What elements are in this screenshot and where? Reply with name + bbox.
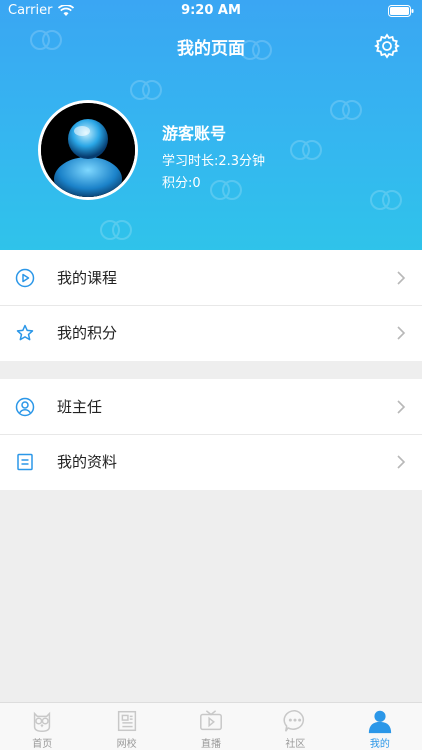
chevron-right-icon — [397, 326, 406, 340]
person-icon — [368, 710, 391, 734]
user-circle-icon — [15, 397, 35, 417]
chat-bubble-icon — [283, 710, 305, 732]
tab-label: 社区 — [285, 739, 306, 750]
study-time: 学习时长:2.3分钟 — [162, 154, 266, 169]
menu-item-label: 班主任 — [57, 398, 103, 416]
menu-item-label: 我的积分 — [57, 324, 118, 342]
menu-item-head-teacher[interactable]: 班主任 — [0, 379, 422, 434]
tab-label: 网校 — [116, 739, 137, 750]
newspaper-icon — [117, 710, 136, 732]
tab-live[interactable]: 直播 — [169, 703, 253, 750]
menu-item-label: 我的课程 — [57, 269, 118, 287]
owl-icon — [34, 711, 51, 732]
menu-section-2: 班主任 我的资料 — [0, 379, 422, 490]
tab-home[interactable]: 首页 — [0, 703, 84, 750]
tab-label: 直播 — [201, 739, 222, 750]
points-value: 积分:0 — [162, 176, 201, 191]
tv-play-icon — [200, 710, 222, 731]
status-time: 9:20 AM — [181, 3, 241, 18]
document-icon — [17, 453, 33, 471]
avatar-figure-icon — [41, 103, 135, 197]
tab-community[interactable]: 社区 — [253, 703, 337, 750]
page-title: 我的页面 — [177, 39, 245, 59]
user-name: 游客账号 — [162, 124, 227, 143]
chevron-right-icon — [397, 271, 406, 285]
chevron-right-icon — [397, 455, 406, 469]
menu-item-my-materials[interactable]: 我的资料 — [0, 434, 422, 489]
chevron-right-icon — [397, 400, 406, 414]
avatar[interactable] — [38, 100, 138, 200]
menu-section-1: 我的课程 我的积分 — [0, 250, 422, 361]
tab-online-school[interactable]: 网校 — [84, 703, 168, 750]
star-icon — [16, 324, 34, 341]
status-bar: Carrier 9:20 AM — [0, 0, 422, 22]
tab-bar: 首页 网校 直播 社区 我的 — [0, 702, 422, 750]
menu-item-label: 我的资料 — [57, 453, 118, 471]
tab-label: 首页 — [32, 739, 53, 750]
tab-mine[interactable]: 我的 — [338, 703, 422, 750]
gear-icon[interactable] — [374, 33, 400, 59]
battery-icon — [388, 5, 414, 17]
tab-label: 我的 — [369, 739, 390, 750]
menu-item-my-points[interactable]: 我的积分 — [0, 305, 422, 360]
play-circle-icon — [15, 268, 35, 288]
menu-item-my-courses[interactable]: 我的课程 — [0, 250, 422, 305]
profile-header: Carrier 9:20 AM 我的页面 游客账号 学习时长:2.3分钟 积分:… — [0, 0, 422, 250]
